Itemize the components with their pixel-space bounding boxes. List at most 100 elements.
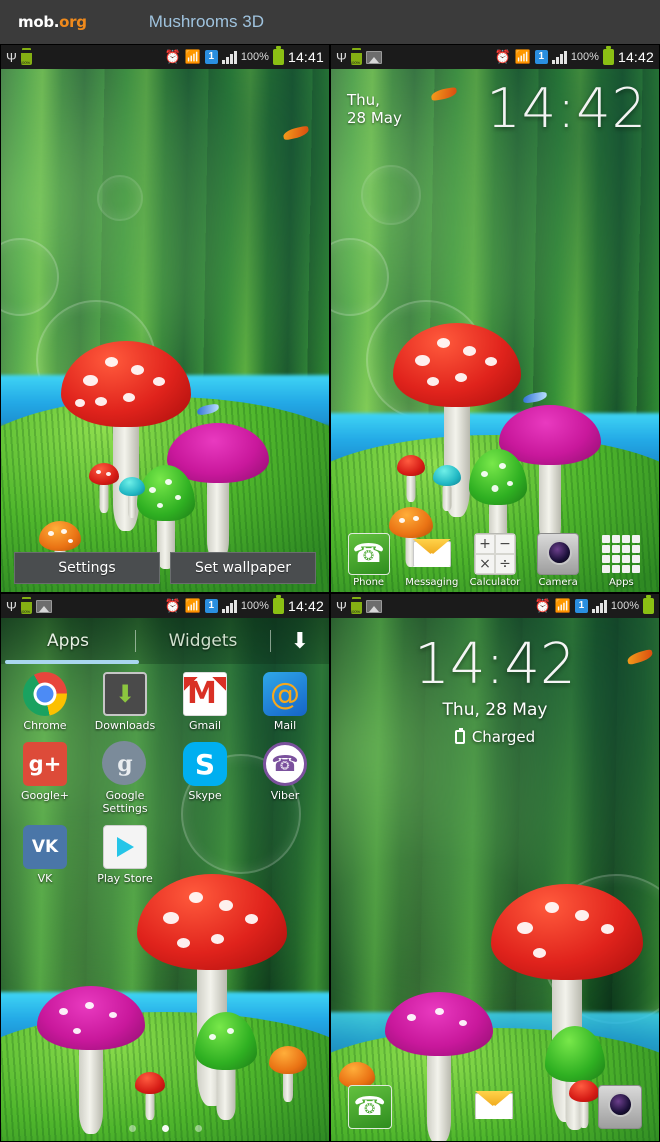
- wallpaper-action-bar: Settings Set wallpaper: [1, 552, 329, 584]
- dock-label: Calculator: [469, 577, 521, 588]
- app-item-google-settings[interactable]: g Google Settings: [85, 742, 165, 815]
- status-clock: 14:41: [287, 49, 324, 65]
- battery-icon: [272, 595, 284, 614]
- google-plus-icon: [23, 742, 67, 786]
- battery-charging-icon: [20, 598, 32, 614]
- site-header: mob.org Mushrooms 3D: [0, 0, 660, 44]
- app-item-mail[interactable]: Mail: [245, 672, 325, 732]
- envelope-icon[interactable]: [473, 1085, 517, 1129]
- tab-widgets[interactable]: Widgets: [136, 631, 270, 651]
- mushroom-small-red: [89, 463, 119, 513]
- app-label: Downloads: [94, 719, 156, 732]
- download-icon[interactable]: ⬇: [271, 629, 329, 654]
- wifi-icon: 📶: [184, 49, 201, 64]
- logo-text-accent: org: [59, 13, 87, 31]
- dock-item-calculator[interactable]: + − × ÷ Calculator: [466, 533, 524, 588]
- set-wallpaper-button[interactable]: Set wallpaper: [170, 552, 316, 584]
- panel-live-wallpaper-preview: Ψ ⏰ 📶 1 100% 14:41 Settings Set wallpape…: [0, 44, 330, 593]
- mail-icon: [263, 672, 307, 716]
- mushroom-small-teal: [433, 465, 461, 511]
- battery-charging-icon: [350, 598, 362, 614]
- calc-key: ÷: [494, 554, 515, 574]
- battery-charging-icon: [20, 49, 32, 65]
- app-label: Chrome: [23, 719, 67, 732]
- panel-app-drawer: Ψ ⏰ 📶 1 100% 14:42 Apps Widgets ⬇: [0, 593, 330, 1142]
- lens-flare-icon: [361, 165, 421, 225]
- clock-widget-time: 14:42: [486, 77, 647, 140]
- settings-button[interactable]: Settings: [14, 552, 160, 584]
- phone-icon[interactable]: [347, 1085, 392, 1129]
- message-badge-icon: 1: [534, 50, 548, 64]
- clock-widget[interactable]: Thu, 28 May 14:42: [347, 81, 647, 137]
- tab-apps[interactable]: Apps: [1, 631, 135, 651]
- wifi-icon: 📶: [514, 49, 531, 64]
- usb-icon: Ψ: [6, 49, 17, 65]
- gallery-icon: [365, 50, 382, 64]
- mob-org-logo[interactable]: mob.org: [18, 13, 87, 31]
- gallery-icon: [365, 599, 382, 613]
- mushroom-green: [137, 465, 195, 569]
- app-item-play-store[interactable]: Play Store: [85, 825, 165, 885]
- page-dot[interactable]: [194, 1125, 202, 1132]
- page-dot[interactable]: [128, 1125, 136, 1132]
- lock-screen-clock: 14:42 Thu, 28 May Charged: [331, 636, 659, 747]
- page-dot-active[interactable]: [161, 1125, 169, 1132]
- gallery-icon: [35, 599, 52, 613]
- app-label: Google+: [20, 789, 69, 802]
- screenshot-grid: Ψ ⏰ 📶 1 100% 14:41 Settings Set wallpape…: [0, 44, 660, 1142]
- usb-icon: Ψ: [336, 49, 347, 65]
- mushroom-green: [195, 1012, 257, 1120]
- envelope-icon: [411, 533, 453, 575]
- app-label: Play Store: [97, 872, 153, 885]
- lens-flare-icon: [331, 238, 389, 316]
- dock-item-camera[interactable]: Camera: [529, 533, 587, 588]
- app-item-gmail[interactable]: M Gmail: [165, 672, 245, 732]
- status-clock: 14:42: [617, 49, 654, 65]
- app-item-vk[interactable]: VK: [5, 825, 85, 885]
- butterfly-blue-icon: [522, 391, 548, 404]
- clock-widget-date: Thu, 28 May: [347, 91, 402, 127]
- camera-icon[interactable]: [598, 1085, 643, 1129]
- alarm-icon: ⏰: [164, 598, 181, 613]
- app-item-viber[interactable]: Viber: [245, 742, 325, 815]
- vk-icon: [23, 825, 67, 869]
- viber-icon: [263, 742, 307, 786]
- google-settings-icon: g: [103, 742, 147, 786]
- wallpaper-scene: [1, 45, 329, 592]
- app-item-chrome[interactable]: Chrome: [5, 672, 85, 732]
- battery-percent: 100%: [610, 600, 639, 612]
- app-label: Skype: [188, 789, 222, 802]
- calculator-icon: + − × ÷: [473, 533, 516, 575]
- status-bar: Ψ ⏰ 📶 1 100% 14:42: [1, 594, 329, 618]
- dock-item-messaging[interactable]: Messaging: [403, 533, 461, 588]
- alarm-icon: ⏰: [534, 598, 551, 613]
- alarm-icon: ⏰: [164, 49, 181, 64]
- drawer-page-indicator: [1, 1125, 329, 1132]
- battery-icon: [602, 46, 614, 65]
- usb-icon: Ψ: [6, 598, 17, 614]
- lock-date: Thu, 28 May: [442, 700, 548, 720]
- mushroom-magenta: [37, 986, 145, 1134]
- app-label: Google Settings: [102, 789, 148, 815]
- status-clock: 14:42: [287, 598, 324, 614]
- battery-icon: [643, 595, 654, 614]
- lens-flare-icon: [97, 175, 143, 221]
- battery-charging-icon: [350, 49, 362, 65]
- mushroom-small-red: [397, 455, 425, 502]
- downloads-icon: [103, 672, 147, 716]
- app-item-skype[interactable]: Skype: [165, 742, 245, 815]
- signal-icon: [221, 50, 237, 64]
- app-item-google-plus[interactable]: Google+: [5, 742, 85, 815]
- home-page-indicator: [491, 485, 499, 492]
- lock-screen-shortcuts: [331, 1085, 659, 1129]
- status-bar: Ψ ⏰ 📶 1 100% 14:42: [331, 45, 659, 69]
- lock-charge-status: Charged: [331, 728, 659, 746]
- gmail-icon: M: [183, 672, 227, 716]
- mushroom-orange: [269, 1046, 307, 1102]
- apps-grid-icon: [600, 533, 642, 575]
- calc-key: +: [474, 534, 495, 554]
- dock-item-phone[interactable]: Phone: [340, 533, 398, 588]
- chrome-icon: [23, 672, 67, 716]
- dock-item-apps[interactable]: Apps: [592, 533, 650, 588]
- app-item-downloads[interactable]: Downloads: [85, 672, 165, 732]
